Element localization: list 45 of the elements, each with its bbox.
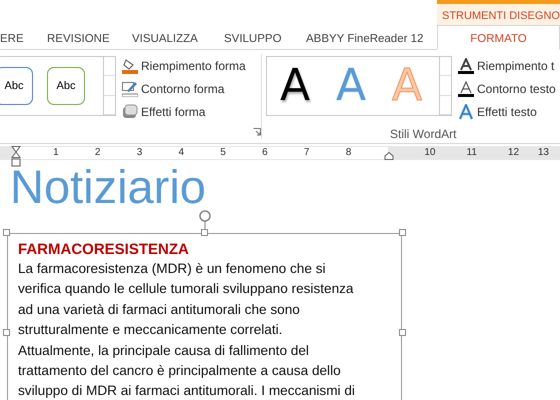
ribbon-tab[interactable]: ERE (0, 25, 24, 49)
ruler-number: 11 (466, 147, 478, 159)
paint-bucket-icon (122, 58, 138, 74)
ribbon-tab[interactable]: FORMATO (437, 25, 560, 50)
ruler-number: 10 (423, 147, 436, 159)
ribbon-tab[interactable]: REVISIONE (47, 25, 110, 49)
group-label: Stili WordArt (390, 126, 456, 143)
ribbon-command[interactable]: Effetti forma (122, 102, 261, 122)
text-box-paragraph: La farmacoresistenza (MDR) è un fenomeno che si verifica quando le cellule tumorali sviluppano resistenza ad una varietà di farmaci antitumorali che sono strutturalmente e meccanicamente correlati. Attualmente, la principale causa di fallimento del trattamento del cancro è principalmente a causa dello sviluppo di MDR ai farmaci antitumorali. I meccanismi di (18, 260, 356, 400)
ruler-number: 12 (506, 147, 520, 159)
wordart-style-swatch[interactable]: A (267, 64, 323, 108)
text-box-heading: FARMACORESISTENZA (18, 241, 190, 259)
ribbon-tab[interactable]: VISUALIZZA (132, 25, 198, 49)
ruler-number: 3 (136, 147, 144, 159)
rotate-handle-icon[interactable] (198, 210, 212, 230)
ribbon-tab[interactable]: ABBYY FineReader 12 (306, 25, 424, 49)
contextual-tab-group-header: STRUMENTI DISEGNO (437, 0, 560, 25)
ruler-number: 7 (302, 147, 310, 159)
ribbon-command[interactable]: Riempimento forma (122, 56, 261, 76)
ruler-number: 8 (344, 147, 352, 159)
ruler-number: 4 (178, 147, 186, 159)
ribbon-tab[interactable]: SVILUPPO (224, 25, 282, 49)
ribbon-command[interactable]: Contorno testo (458, 79, 556, 99)
resize-handle[interactable] (399, 229, 406, 236)
resize-handle[interactable] (201, 229, 208, 236)
document-title: Notiziario (10, 162, 207, 212)
ruler-number: 2 (94, 147, 102, 159)
ribbon-command[interactable]: Effetti testo (458, 102, 556, 122)
dialog-launcher-icon (253, 128, 261, 136)
resize-handle[interactable] (3, 329, 10, 336)
text-effects-icon (458, 104, 474, 120)
ruler-number: 5 (219, 147, 227, 159)
shape-style-swatch[interactable]: Abc (0, 67, 33, 105)
pencil-icon (122, 81, 138, 97)
resize-handle[interactable] (399, 329, 406, 336)
ruler-number: 13 (536, 147, 550, 159)
shape-style-swatch[interactable]: Abc (47, 67, 85, 105)
ribbon-command[interactable]: Riempimento t (458, 56, 556, 76)
text-fill-icon (458, 58, 474, 74)
ruler-number: 6 (261, 147, 269, 159)
text-outline-icon (458, 81, 474, 97)
ruler-number: 1 (52, 147, 60, 159)
ribbon-command[interactable]: Contorno forma (122, 79, 261, 99)
shape-effects-icon (122, 104, 138, 120)
resize-handle[interactable] (3, 229, 10, 236)
